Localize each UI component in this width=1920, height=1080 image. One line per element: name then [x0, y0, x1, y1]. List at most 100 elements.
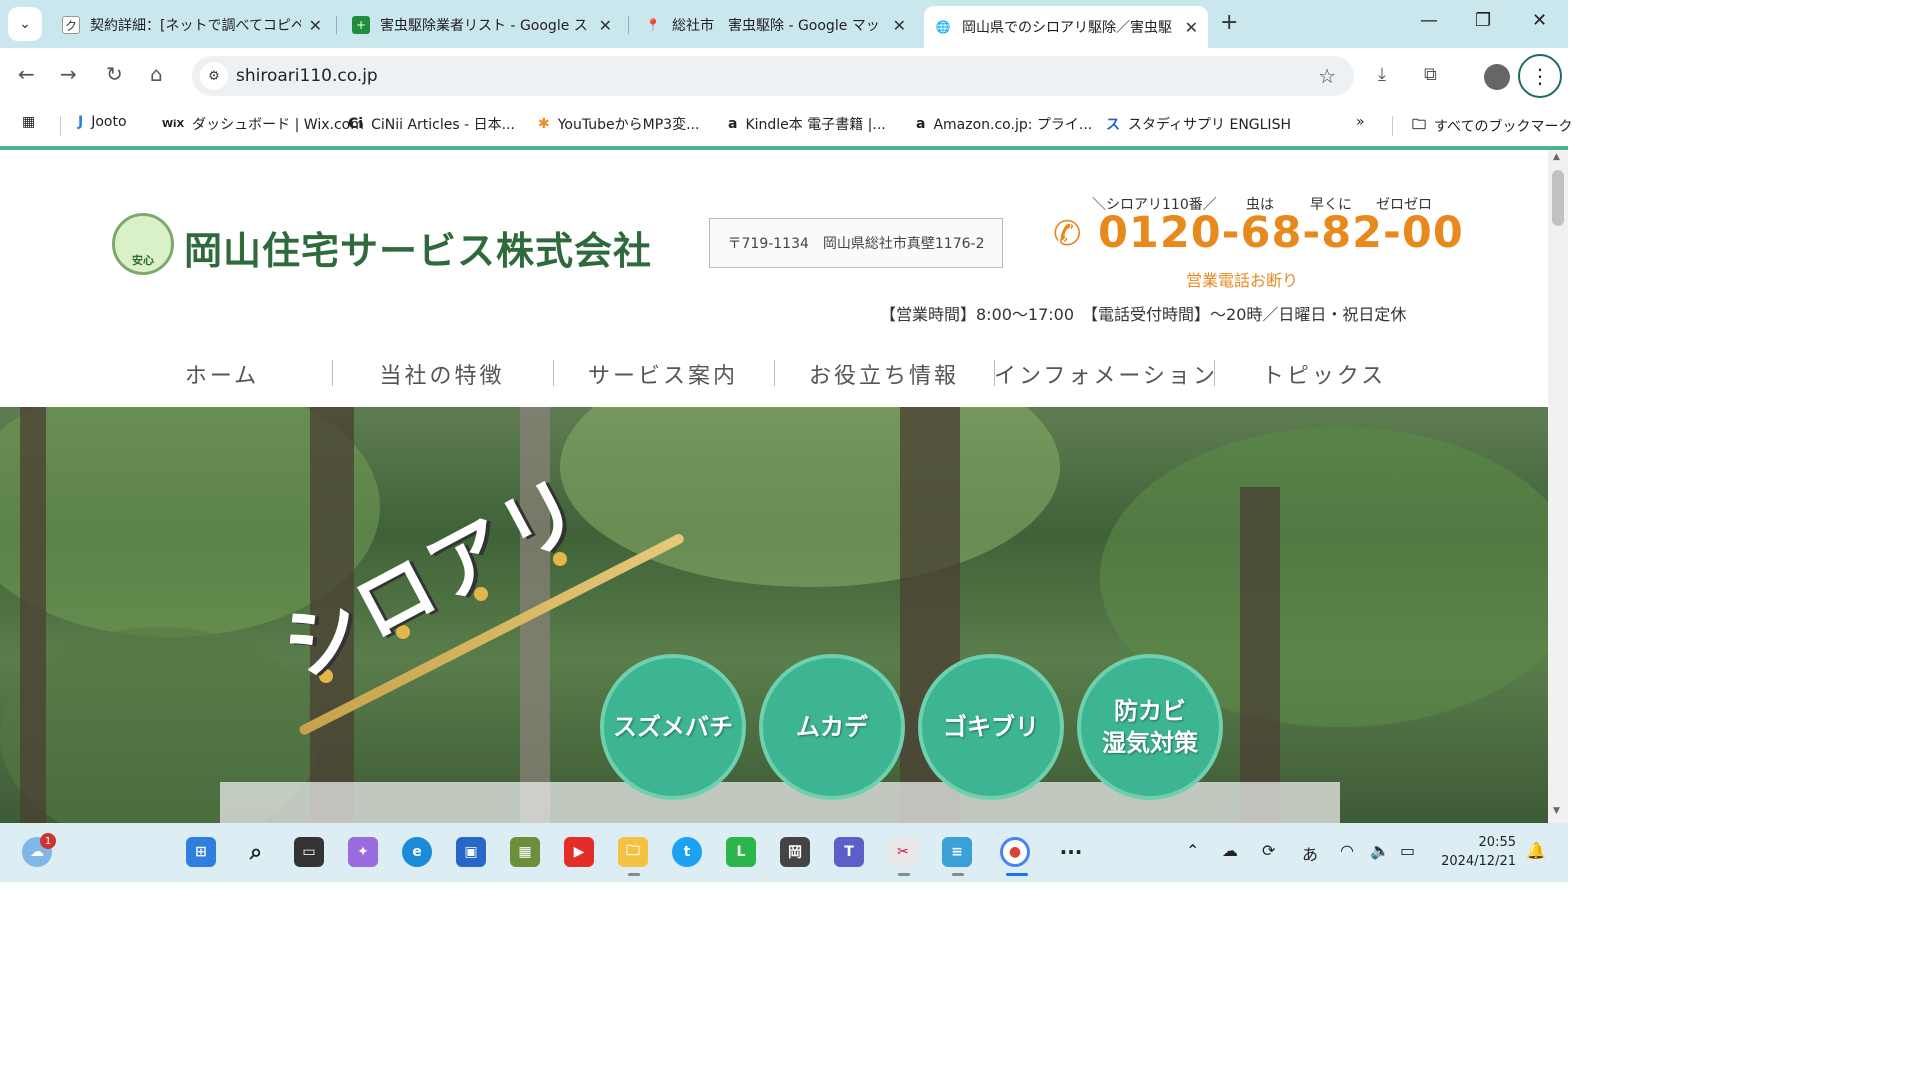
clock-time: 20:55	[1478, 835, 1516, 850]
bookmark-youtube-mp3[interactable]: ✱ YouTubeからMP3変...	[538, 114, 699, 134]
bookmark-jooto[interactable]: J Jooto	[78, 114, 127, 130]
close-icon[interactable]: ✕	[1185, 18, 1198, 37]
company-name[interactable]: 岡山住宅サービス株式会社	[184, 220, 652, 275]
main-navigation: ホーム 当社の特徴 サービス案内 お役立ち情報 インフォメーション トピックス	[112, 346, 1436, 408]
scroll-thumb[interactable]	[1552, 170, 1564, 226]
more-apps-icon[interactable]: ···	[1056, 837, 1086, 867]
tab-favicon-icon: ク	[62, 16, 80, 34]
scroll-up-icon[interactable]: ▲	[1553, 152, 1560, 162]
bookmark-kindle[interactable]: a Kindle本 電子書籍 |...	[728, 114, 886, 134]
system-clock[interactable]: 20:55 2024/12/21	[1440, 833, 1516, 871]
line-icon[interactable]: L	[726, 837, 756, 867]
tree-trunk-decor	[1240, 487, 1280, 823]
forward-icon[interactable]: →	[60, 62, 77, 86]
onedrive-icon[interactable]: ☁	[1222, 841, 1238, 860]
minecraft-icon[interactable]: ▦	[510, 837, 540, 867]
nav-features[interactable]: 当社の特徴	[332, 358, 552, 390]
search-icon[interactable]: ⌕	[241, 837, 271, 867]
bookmarks-overflow-icon[interactable]: »	[1356, 114, 1365, 130]
store-icon[interactable]: ▣	[456, 837, 486, 867]
folder-icon: 🗀	[1412, 117, 1426, 133]
bookmark-label: Amazon.co.jp: プライ...	[933, 117, 1093, 133]
notepad-icon[interactable]: ≡	[942, 837, 972, 867]
chrome-menu-button[interactable]: ⋮	[1518, 54, 1562, 98]
url-text[interactable]: shiroari110.co.jp	[236, 66, 378, 86]
restore-icon[interactable]: ❐	[1475, 10, 1491, 31]
tab-search-button[interactable]: ⌄	[8, 7, 42, 41]
wix-icon: WiX	[162, 118, 185, 130]
sync-icon[interactable]: ⟳	[1262, 841, 1275, 860]
back-icon[interactable]: ←	[18, 62, 35, 86]
notifications-bell-icon[interactable]: 🔔	[1526, 841, 1546, 860]
nav-home[interactable]: ホーム	[112, 358, 332, 390]
bookmark-label: Kindle本 電子書籍 |...	[745, 117, 886, 133]
company-logo-icon[interactable]: 安心	[112, 213, 174, 275]
chevron-up-icon[interactable]: ⌃	[1186, 841, 1199, 860]
scroll-down-icon[interactable]: ▼	[1553, 806, 1560, 816]
apps-grid-icon[interactable]: ▦	[22, 114, 35, 130]
bookmark-label: ダッシュボード | Wix.com	[192, 117, 364, 133]
bookmark-studysapuri[interactable]: ススタディサプリ ENGLISH	[1106, 114, 1291, 134]
globe-icon: 🌐	[935, 20, 951, 34]
service-centipede-button[interactable]: ムカデ	[759, 654, 905, 800]
extensions-icon[interactable]: ⧉	[1424, 64, 1437, 85]
jooto-icon: J	[78, 114, 84, 130]
maps-pin-icon: 📍	[645, 18, 661, 32]
bookmark-separator	[1392, 116, 1393, 136]
twitter-icon[interactable]: t	[672, 837, 702, 867]
bookmark-wix[interactable]: WiX ダッシュボード | Wix.com	[162, 114, 364, 134]
bookmark-label: CiNii Articles - 日本...	[371, 117, 515, 133]
service-cockroach-button[interactable]: ゴキブリ	[918, 654, 1064, 800]
app-oka-icon[interactable]: 岡	[780, 837, 810, 867]
close-icon[interactable]: ✕	[309, 16, 322, 35]
address-bar[interactable]: ⚙ shiroari110.co.jp ☆	[192, 56, 1354, 96]
nav-services[interactable]: サービス案内	[553, 358, 773, 390]
home-icon[interactable]: ⌂	[150, 62, 163, 86]
all-bookmarks-button[interactable]: 🗀 すべてのブックマーク	[1412, 114, 1572, 138]
new-tab-button[interactable]: +	[1220, 10, 1238, 35]
nav-topics[interactable]: トピックス	[1214, 358, 1434, 390]
edge-icon[interactable]: e	[402, 837, 432, 867]
close-window-icon[interactable]: ✕	[1532, 10, 1547, 31]
ime-indicator[interactable]: あ	[1302, 841, 1318, 865]
close-icon[interactable]: ✕	[893, 16, 906, 35]
studysapuri-icon: ス	[1106, 117, 1120, 133]
phone-number[interactable]: 0120-68-82-00	[1098, 208, 1464, 258]
reload-icon[interactable]: ↻	[106, 62, 123, 86]
bookmark-cinii[interactable]: Ci CiNii Articles - 日本...	[348, 114, 515, 134]
service-hornet-button[interactable]: スズメバチ	[600, 654, 746, 800]
wifi-icon[interactable]: ◠	[1340, 841, 1354, 860]
tab-sheet[interactable]: + 害虫駆除業者リスト - Google ス ✕	[342, 6, 622, 44]
task-view-icon[interactable]: ▭	[294, 837, 324, 867]
bookmark-amazon[interactable]: a Amazon.co.jp: プライ...	[916, 114, 1092, 134]
service-mold-button[interactable]: 防カビ 湿気対策	[1077, 654, 1223, 800]
active-indicator	[1006, 873, 1028, 876]
site-info-icon[interactable]: ⚙	[200, 62, 228, 90]
youtube-icon[interactable]: ▶	[564, 837, 594, 867]
tab-separator	[336, 16, 337, 34]
snipping-tool-icon[interactable]: ✂	[888, 837, 918, 867]
file-explorer-icon[interactable]: 🗀	[618, 837, 648, 867]
nav-useful-info[interactable]: お役立ち情報	[774, 358, 994, 390]
page-scrollbar[interactable]: ▲ ▼	[1548, 150, 1568, 823]
windows-start-icon[interactable]: ⊞	[186, 837, 216, 867]
chevron-down-icon: ⌄	[19, 16, 31, 32]
tab-maps[interactable]: 📍 総社市 害虫駆除 - Google マッ ✕	[634, 6, 916, 44]
cinii-icon: Ci	[348, 116, 364, 132]
teams-icon[interactable]: T	[834, 837, 864, 867]
volume-icon[interactable]: 🔈	[1370, 841, 1390, 860]
running-indicator	[898, 873, 910, 876]
close-icon[interactable]: ✕	[599, 16, 612, 35]
chrome-icon[interactable]: ●	[1000, 837, 1030, 867]
bookmark-star-icon[interactable]: ☆	[1318, 64, 1336, 88]
tab-bar: ⌄ ク 契約詳細：[ネットで調べてコピペす ✕ + 害虫駆除業者リスト - Go…	[0, 0, 1568, 48]
download-icon[interactable]: ⤓	[1378, 64, 1386, 85]
minimize-icon[interactable]: —	[1420, 10, 1438, 31]
tab-contract[interactable]: ク 契約詳細：[ネットで調べてコピペす ✕	[52, 6, 332, 44]
battery-icon[interactable]: ▭	[1400, 841, 1415, 860]
copilot-icon[interactable]: ✦	[348, 837, 378, 867]
running-indicator	[628, 873, 640, 876]
nav-information[interactable]: インフォメーション	[994, 358, 1215, 390]
tab-active-site[interactable]: 🌐 岡山県でのシロアリ駆除／害虫駆 ✕	[924, 6, 1208, 48]
profile-avatar[interactable]	[1484, 64, 1510, 90]
